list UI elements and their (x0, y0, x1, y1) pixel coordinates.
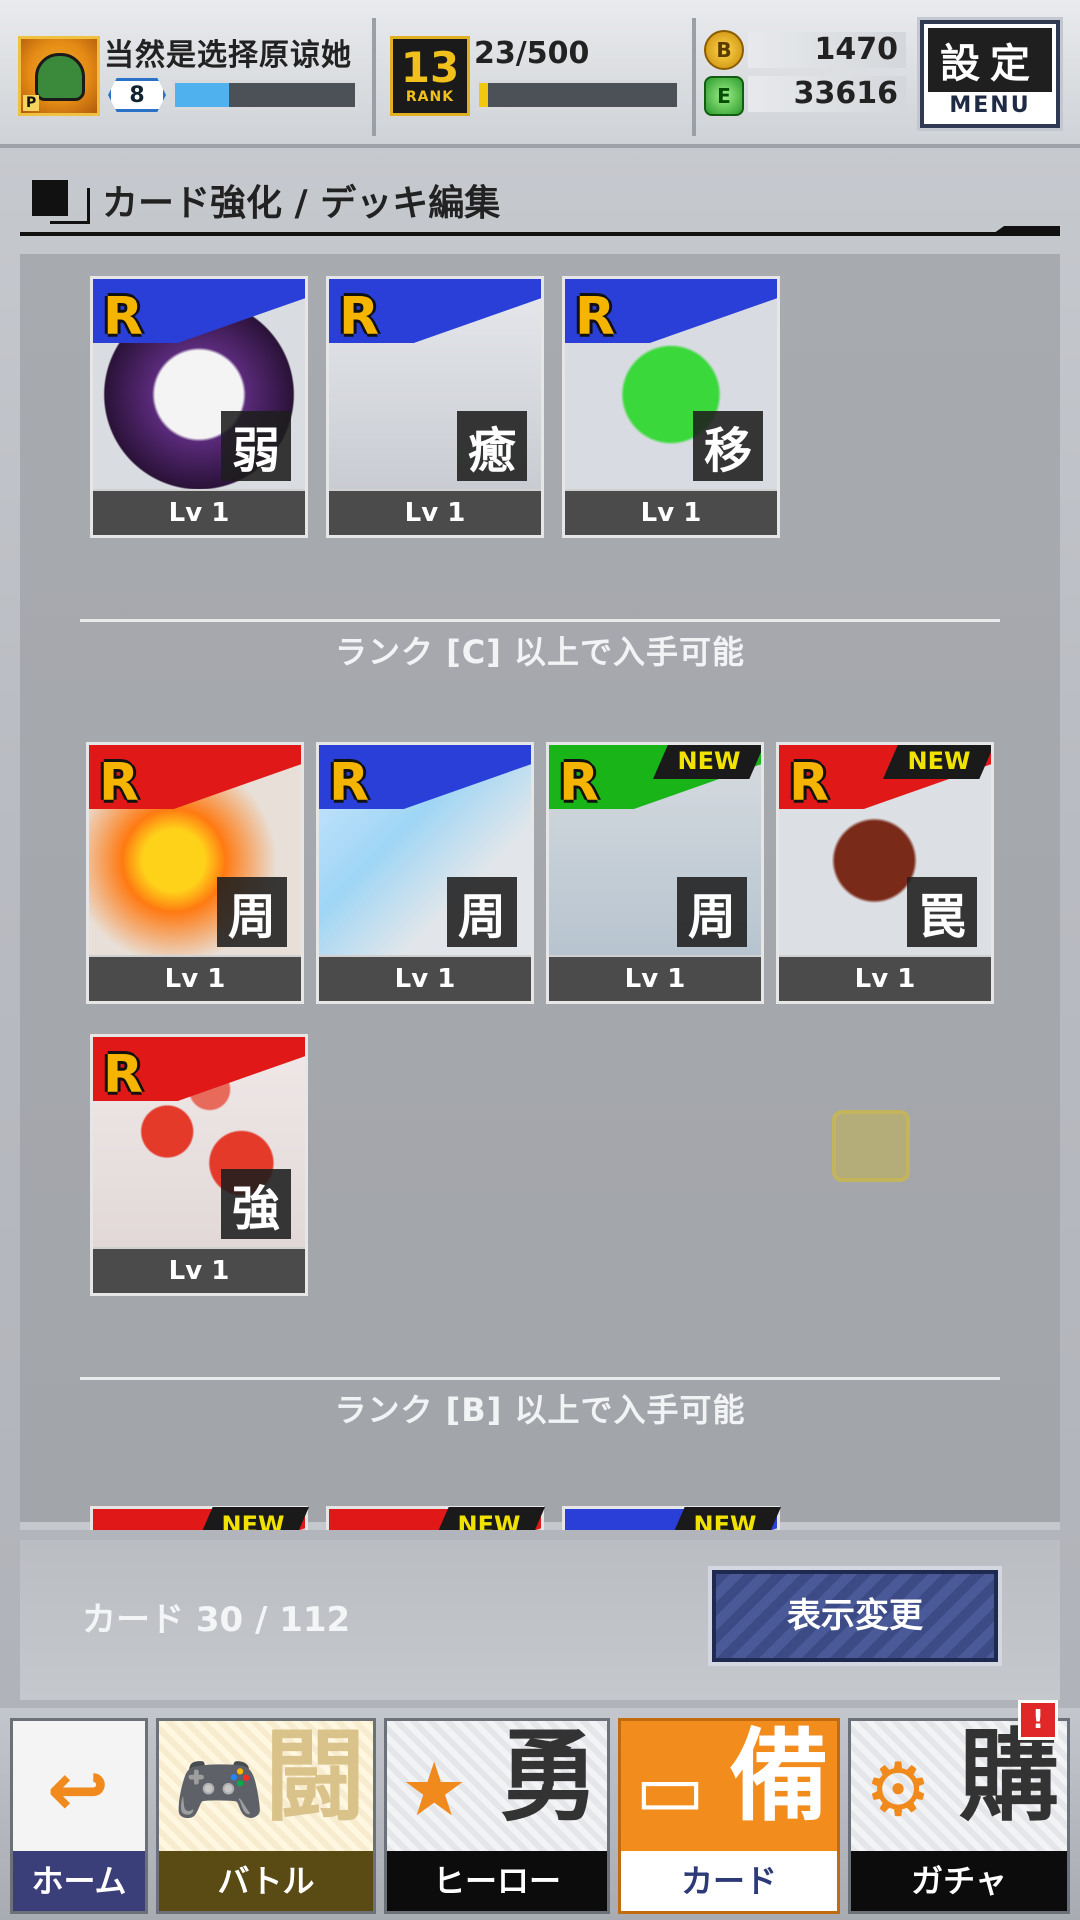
gacha-icon: ⚙ (865, 1747, 932, 1833)
player-level-badge: 8 (108, 78, 166, 112)
tab-label: ガチャ (851, 1851, 1067, 1911)
hero-icon: ★ (401, 1747, 468, 1833)
new-badge: NEW (669, 1507, 781, 1530)
player-name: 当然是选择原谅她 (104, 38, 352, 73)
tab-battle[interactable]: 🎮 闘バトル (156, 1718, 376, 1914)
new-badge: NEW (883, 745, 991, 779)
tab-label: バトル (159, 1851, 373, 1911)
card-rarity: R (559, 753, 600, 813)
rank-progress-text: 23/500 (474, 36, 590, 71)
card-rarity: R (329, 753, 370, 813)
card-type-kanji: 周 (217, 877, 287, 947)
rank-separator-line (80, 1377, 1000, 1380)
bottom-nav: ↩ ホーム 🎮 闘バトル ★ 勇ヒーロー ▭ 備カード ⚙ 購ガチャ (0, 1708, 1080, 1920)
gold-amount: 1470 (748, 32, 906, 68)
menu-label: MENU (949, 93, 1031, 118)
card-rarity: R (103, 1045, 144, 1105)
card-type-kanji: 周 (447, 877, 517, 947)
tab-gacha[interactable]: ⚙ 購ガチャ (848, 1718, 1070, 1914)
gem-pipe-icon: E (704, 76, 744, 116)
card-level: Lv 1 (93, 491, 305, 535)
menu-button[interactable]: 設定 MENU (920, 20, 1060, 128)
card-tile[interactable]: R 移 Lv 1 (562, 276, 780, 538)
card-tile[interactable]: NEW (326, 1506, 545, 1530)
gem-amount: 33616 (748, 76, 906, 112)
rank-separator-line (80, 619, 1000, 622)
rank-progress-fill (479, 83, 489, 107)
tab-label: カード (621, 1851, 837, 1911)
tab-hero[interactable]: ★ 勇ヒーロー (384, 1718, 610, 1914)
tab-kanji: 備 (729, 1718, 829, 1835)
rank-separator-text: ランク [C] 以上で入手可能 (334, 633, 746, 671)
card-type-kanji: 周 (677, 877, 747, 947)
card-rarity: R (789, 753, 830, 813)
card-level: Lv 1 (89, 957, 301, 1001)
watermark-pipe-icon (832, 1110, 910, 1182)
card-level: Lv 1 (319, 957, 531, 1001)
card-tile[interactable]: R 強 Lv 1 (90, 1034, 308, 1296)
card-type-kanji: 罠 (907, 877, 977, 947)
divider (692, 18, 696, 136)
card-tile[interactable]: R 周 Lv 1 (316, 742, 534, 1004)
rank-badge: 13 RANK (390, 36, 470, 116)
card-tile[interactable]: R 癒 Lv 1 (326, 276, 544, 538)
card-rarity: R (339, 287, 380, 347)
card-type-kanji: 癒 (457, 411, 527, 481)
card-tile[interactable]: R 周 Lv 1 NEW (546, 742, 764, 1004)
rank-word: RANK (405, 89, 455, 105)
card-rarity: R (575, 287, 616, 347)
change-view-button[interactable]: 表示変更 (712, 1570, 998, 1662)
rank-separator-text: ランク [B] 以上で入手可能 (334, 1391, 746, 1429)
cards-icon: ▭ (635, 1747, 705, 1833)
gold-coin-icon: B (704, 30, 744, 70)
card-level: Lv 1 (93, 1249, 305, 1293)
section-header: カード強化 / デッキ編集 (20, 170, 1060, 236)
card-level: Lv 1 (329, 491, 541, 535)
tab-kanji: 勇 (499, 1718, 599, 1835)
card-tile[interactable]: R 周 Lv 1 (86, 742, 304, 1004)
header-underline (20, 232, 1060, 236)
player-exp-bar (172, 80, 358, 110)
status-bar: P 当然是选择原谅她 8 13 RANK 23/500 B 1470 E 336… (0, 0, 1080, 148)
gacha-alert-badge: ! (1018, 1700, 1058, 1740)
new-badge: NEW (197, 1507, 309, 1530)
player-exp-fill (175, 83, 229, 107)
card-tile[interactable]: NEW (562, 1506, 781, 1530)
tab-card[interactable]: ▭ 備カード (618, 1718, 840, 1914)
menu-kanji: 設定 (928, 28, 1052, 92)
rank-progress-bar (476, 80, 680, 110)
back-arrow-icon: ↩ (47, 1747, 110, 1833)
card-rarity: R (103, 287, 144, 347)
card-level: Lv 1 (565, 491, 777, 535)
card-tile[interactable]: R 罠 Lv 1 NEW (776, 742, 994, 1004)
player-avatar[interactable]: P (18, 36, 100, 116)
tab-kanji: 闘 (265, 1718, 365, 1835)
card-type-kanji: 移 (693, 411, 763, 481)
card-level: Lv 1 (549, 957, 761, 1001)
tab-label: ヒーロー (387, 1851, 607, 1911)
avatar-tag: P (23, 95, 40, 111)
card-type-kanji: 強 (221, 1169, 291, 1239)
card-tile[interactable]: NEW (90, 1506, 309, 1530)
tab-label: ホーム (13, 1851, 145, 1911)
card-list-panel[interactable]: R 弱 Lv 1 R 癒 Lv 1 R 移 Lv 1 ランク [C] 以上で入手可能 ランク [B]… (20, 254, 1060, 1530)
card-rarity: R (99, 753, 140, 813)
card-tile[interactable]: R 弱 Lv 1 (90, 276, 308, 538)
divider (372, 18, 376, 136)
card-footer: カード 30 / 112 表示変更 (20, 1540, 1060, 1700)
rank-number: 13 (400, 43, 460, 92)
section-corner-icon (50, 188, 90, 224)
tab-home[interactable]: ↩ ホーム (10, 1718, 148, 1914)
card-level: Lv 1 (779, 957, 991, 1001)
header-underline-end (990, 226, 1060, 236)
tab-kanji: 購 (959, 1718, 1059, 1835)
card-type-kanji: 弱 (221, 411, 291, 481)
card-count: カード 30 / 112 (82, 1600, 351, 1640)
avatar-portrait-icon (35, 53, 85, 101)
gamepad-icon: 🎮 (173, 1747, 266, 1833)
new-badge: NEW (433, 1507, 545, 1530)
new-badge: NEW (653, 745, 761, 779)
page-title: カード強化 / デッキ編集 (102, 183, 501, 224)
